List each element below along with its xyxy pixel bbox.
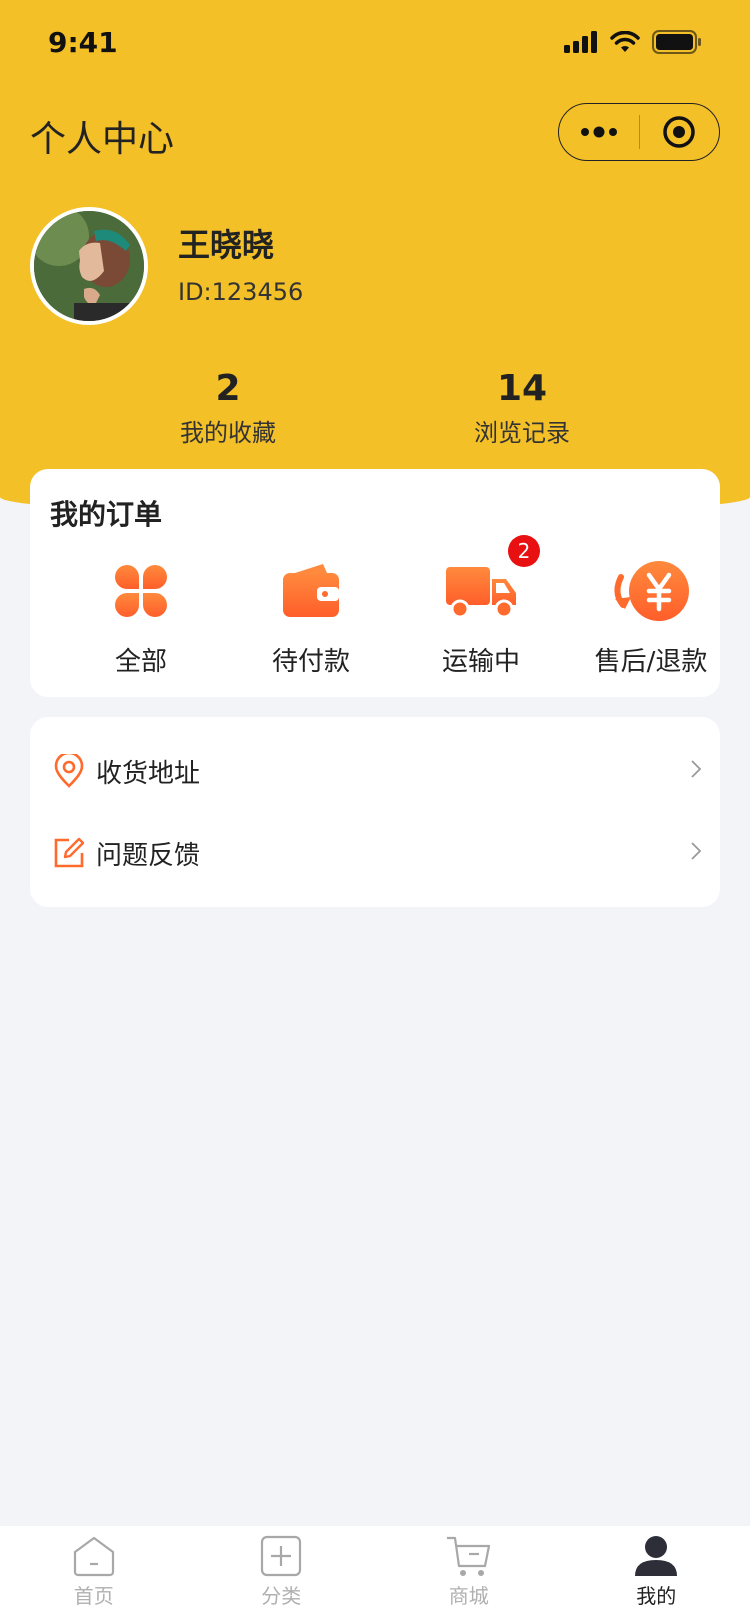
user-name: 王晓晓: [178, 226, 275, 264]
close-miniprogram-button[interactable]: [640, 104, 720, 160]
capsule-divider: [638, 115, 640, 149]
cart-icon: [446, 1536, 490, 1576]
target-close-icon: [663, 116, 695, 148]
menu-item-address[interactable]: 收货地址: [30, 729, 720, 813]
favorites-count: 2: [215, 368, 241, 409]
tab-mine[interactable]: 我的: [563, 1526, 750, 1624]
order-shipping-label: 运输中: [441, 647, 520, 677]
menu-item-feedback-label: 问题反馈: [96, 840, 201, 871]
favorites-stat[interactable]: 2 我的收藏: [128, 368, 328, 448]
wallet-icon: [283, 564, 339, 617]
avatar[interactable]: [30, 207, 148, 325]
home-icon: [73, 1536, 114, 1577]
status-time: 9:41: [48, 26, 118, 59]
order-refund[interactable]: 售后/退款: [576, 555, 726, 678]
tab-mall-label: 商城: [448, 1584, 489, 1608]
history-stat[interactable]: 14 浏览记录: [422, 368, 622, 448]
page-title: 个人中心: [30, 119, 175, 160]
category-icon: [261, 1535, 302, 1577]
order-refund-label: 售后/退款: [594, 647, 708, 677]
user-icon: [635, 1536, 678, 1576]
orders-card: 我的订单 全部 待付款 2 运输中 售后/退款: [30, 469, 720, 697]
grid-icon: [115, 565, 167, 617]
mini-program-capsule: [558, 103, 720, 161]
tab-bar: 首页 分类 商城 我的: [0, 1526, 750, 1624]
orders-title: 我的订单: [50, 498, 163, 531]
menu-item-address-label: 收货地址: [96, 758, 201, 789]
tab-home-label: 首页: [73, 1584, 114, 1608]
order-shipping[interactable]: 2 运输中: [406, 535, 556, 678]
avatar-image: [34, 211, 144, 321]
order-pending-payment-label: 待付款: [271, 647, 350, 677]
menu-card: 收货地址 问题反馈: [30, 717, 720, 907]
status-icons: [564, 30, 702, 54]
chevron-right-icon: [690, 839, 702, 867]
order-all-label: 全部: [114, 647, 167, 677]
favorites-label: 我的收藏: [180, 419, 276, 447]
shipping-badge: 2: [508, 535, 540, 567]
more-button[interactable]: [559, 104, 639, 160]
wifi-icon: [610, 31, 640, 52]
tab-category-label: 分类: [261, 1584, 302, 1608]
refund-icon: [614, 561, 689, 621]
history-label: 浏览记录: [474, 419, 570, 447]
location-icon: [52, 754, 86, 788]
history-count: 14: [496, 368, 548, 409]
battery-icon: [652, 30, 701, 54]
chevron-right-icon: [690, 757, 702, 785]
order-all[interactable]: 全部: [66, 555, 216, 678]
tab-category[interactable]: 分类: [188, 1526, 376, 1624]
tab-home[interactable]: 首页: [0, 1526, 188, 1624]
user-id: ID:123456: [178, 278, 304, 306]
tab-mall[interactable]: 商城: [375, 1526, 563, 1624]
order-pending-payment[interactable]: 待付款: [236, 555, 386, 678]
tab-mine-label: 我的: [636, 1584, 677, 1608]
truck-icon: [446, 567, 516, 619]
menu-item-feedback[interactable]: 问题反馈: [30, 811, 720, 895]
signal-icon: [564, 31, 597, 53]
edit-icon: [52, 836, 86, 870]
more-dots-icon: [580, 126, 617, 138]
